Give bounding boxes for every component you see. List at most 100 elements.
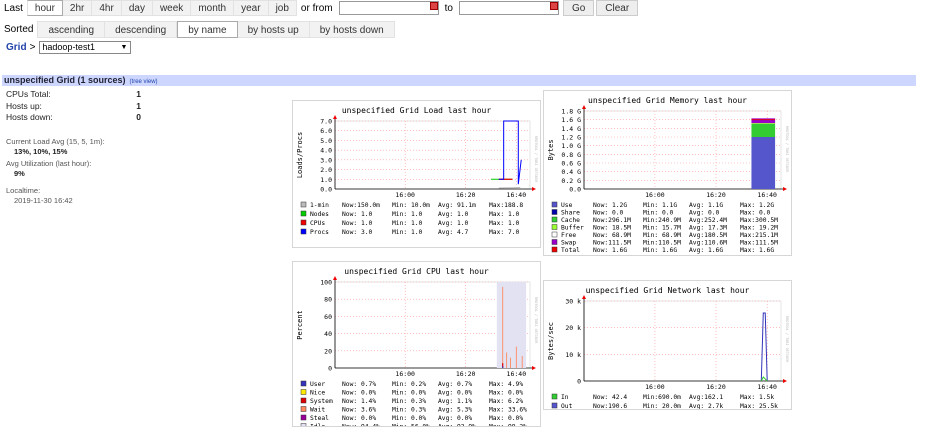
memory-legend-swatch [551,216,558,223]
memory-legend-avg: Avg:252.4M [689,217,727,224]
cpu-legend-now: Now: 1.4% [342,398,376,405]
load-xtick-label: 16:40 [507,191,527,199]
clear-button[interactable]: Clear [596,0,639,16]
load-legend-swatch [300,228,307,235]
memory-ytick-label: 1.4 G [561,125,581,133]
memory-graph[interactable]: unspecified Grid Memory last hour Bytes RR… [543,90,792,256]
load-ytick-label: 5.0 [320,137,332,145]
cpu-legend-avg: Avg: 92.9% [438,424,476,427]
range-4hr-button[interactable]: 4hr [92,0,122,16]
load-xtick-label: 16:20 [456,191,476,199]
memory-legend-now: Now: 0.0 [593,210,624,217]
cpu-legend-now: Now: 94.4% [342,424,380,427]
or-from-label: or from [300,2,333,14]
cpu-legend-max: Max: 0.0% [489,415,523,422]
cpu-graph-title: unspecified Grid CPU last hour [344,267,489,276]
memory-legend-name: Share [561,210,580,217]
network-legend-swatch [551,402,558,409]
cpu-legend-min: Min: 0.0% [392,390,426,397]
memory-legend-avg: Avg: 0.0 [689,210,720,217]
memory-legend-name: Free [561,232,576,239]
load-legend-name: CPUs [310,220,325,227]
memory-legend-min: Min: 0.0 [643,210,674,217]
range-2hr-button[interactable]: 2hr [62,0,93,16]
cpu-xtick-label: 16:20 [456,370,476,378]
sort-by-hosts-up-button[interactable]: by hosts up [237,20,310,38]
cpu-graph[interactable]: unspecified Grid CPU last hour Percent RRD… [292,261,541,427]
memory-graph-svg: unspecified Grid Memory last hour Bytes RR… [547,96,789,254]
memory-graph-title: unspecified Grid Memory last hour [588,96,747,105]
hosts-up-value: 1 [136,100,141,111]
network-x-axis-arrow [783,379,787,383]
memory-legend-max: Max: 0.0 [740,210,771,217]
network-graph[interactable]: unspecified Grid Network last hour Bytes/… [543,280,792,410]
memory-legend-swatch [551,231,558,238]
load-legend-max: Max: 7.0 [489,229,520,236]
range-job-button[interactable]: job [268,0,297,16]
load-graph-svg: unspecified Grid Load last hour Loads/Pro… [296,106,538,236]
memory-legend-avg: Avg:110.6M [689,240,727,247]
cpu-legend-now: Now: 0.0% [342,415,376,422]
grid-link[interactable]: Grid [6,42,27,53]
network-legend-min: Min:690.0m [643,394,681,401]
sort-ascending-button[interactable]: ascending [37,20,106,38]
tree-view-link[interactable]: (tree view) [130,79,158,85]
range-day-button[interactable]: day [121,0,153,16]
from-date-input[interactable] [338,1,439,15]
load-legend-name: Procs [310,229,329,236]
network-y-axis-arrow [582,295,586,299]
load-legend-swatch [300,201,307,208]
cpu-legend-swatch [300,414,307,421]
load-avg-value: 13%, 10%, 15% [14,146,68,156]
load-legend-max: Max: 1.0 [489,211,520,218]
load-legend-now: Now: 1.0 [342,220,373,227]
cpu-legend-min: Min: 0.3% [392,398,426,405]
network-legend-max: Max: 25.5k [740,403,778,409]
cpu-legend-max: Max: 4.9% [489,381,523,388]
load-legend-min: Min: 1.0 [392,211,423,218]
cpu-legend-now: Now: 3.6% [342,407,376,414]
load-graph[interactable]: unspecified Grid Load last hour Loads/Pro… [292,100,541,248]
calendar-icon[interactable] [429,2,438,10]
cpu-legend-avg: Avg: 1.1% [438,398,472,405]
memory-legend-avg: Avg: 17.3M [689,225,727,232]
grid-select[interactable]: hadoop-test1 ▼ [39,41,132,54]
range-label: Last [4,2,23,14]
cpus-total-value: 1 [136,89,141,99]
to-date-input[interactable] [458,1,559,15]
memory-legend-now: Now: 18.5M [593,225,631,232]
range-hour-button[interactable]: hour [26,0,63,16]
network-legend-swatch [551,393,558,400]
network-ytick-label: 30 k [565,298,581,306]
cpu-legend-now: Now: 0.7% [342,381,376,388]
range-week-button[interactable]: week [152,0,192,16]
load-legend-min: Min: 1.0 [392,220,423,227]
memory-legend-max: Max: 19.2M [740,225,778,232]
load-ytick-label: 6.0 [320,127,332,135]
load-ytick-label: 1.0 [320,176,332,184]
network-plot-area [583,300,782,382]
cpu-legend-min: Min: 0.2% [392,381,426,388]
cpu-ytick-label: 80 [324,296,332,304]
cpu-graph-watermark: RRDTOOL / TOBI OETIKER [534,297,538,344]
network-legend-avg: Avg:162.1 [689,394,723,401]
breadcrumb-separator: > [29,42,36,53]
cpu-legend-avg: Avg: 5.3% [438,407,472,414]
cpu-ytick-label: 100 [320,279,332,287]
memory-legend-avg: Avg:180.5M [689,232,727,239]
load-xtick-label: 16:00 [395,191,415,199]
range-year-button[interactable]: year [234,0,269,16]
sort-label: Sorted [4,23,34,35]
sort-by-name-button[interactable]: by name [177,20,238,38]
range-month-button[interactable]: month [191,0,235,16]
sort-by-hosts-down-button[interactable]: by hosts down [309,20,395,38]
memory-ytick-label: 0.8 G [561,151,581,159]
memory-legend-avg: Avg: 1.6G [689,247,723,254]
calendar-icon[interactable] [549,2,558,10]
to-label: to [444,2,453,14]
go-button[interactable]: Go [562,0,595,16]
sort-descending-button[interactable]: descending [105,20,178,38]
memory-legend-max: Max:111.5M [740,240,778,247]
memory-legend-swatch [551,239,558,245]
load-legend-swatch [300,219,307,226]
